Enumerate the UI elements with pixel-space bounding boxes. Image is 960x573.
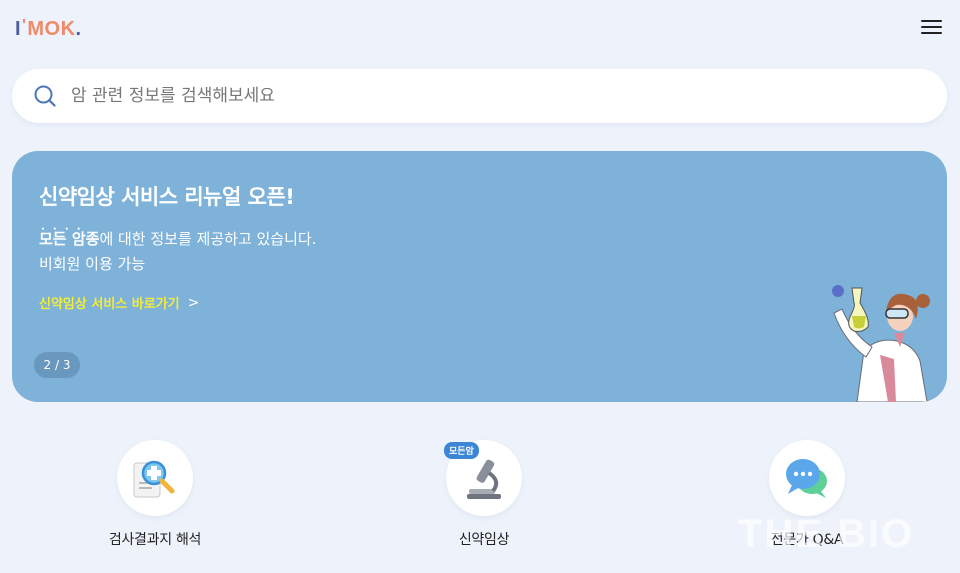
report-magnifier-icon <box>133 460 175 498</box>
microscope-icon <box>467 459 501 499</box>
banner-link[interactable]: 신약임상 서비스 바로가기 > <box>39 293 200 313</box>
shortcut-label: 신약임상 <box>458 532 510 548</box>
shortcut-new-drug-trials[interactable]: 모든암 신약임상 <box>409 440 559 549</box>
header: I ' MOK. <box>0 0 960 60</box>
banner-link-label: 신약임상 서비스 바로가기 <box>39 297 180 312</box>
banner-desc-emphasis: 모든 암종 <box>39 230 99 248</box>
search-icon <box>34 85 56 107</box>
search-input[interactable] <box>71 86 891 106</box>
watermark: THE BIO <box>738 512 915 556</box>
chat-bubbles-icon <box>786 459 827 498</box>
shortcut-report-interpretation[interactable]: 검사결과지 해석 <box>80 440 230 549</box>
shortcut-label: 검사결과지 해석 <box>108 532 202 548</box>
shortcut-badge: 모든암 <box>444 442 479 459</box>
promo-banner[interactable]: 신약임상 서비스 리뉴얼 오픈! 모든 암종에 대한 정보를 제공하고 있습니다… <box>12 151 947 402</box>
shortcut-icon-circle <box>117 440 193 516</box>
chevron-right-icon: > <box>187 294 200 311</box>
shortcut-icon-circle <box>769 440 845 516</box>
search-bar[interactable] <box>12 69 947 123</box>
scientist-illustration-icon <box>832 285 930 402</box>
banner-pager: 2 / 3 <box>34 352 80 378</box>
banner-title: 신약임상 서비스 리뉴얼 오픈! <box>39 185 295 209</box>
imok-logo[interactable]: I ' MOK. <box>15 17 82 42</box>
hamburger-menu-icon[interactable] <box>921 20 943 36</box>
banner-description: 모든 암종에 대한 정보를 제공하고 있습니다. 비회원 이용 가능 <box>39 227 316 277</box>
banner-desc-text: 에 대한 정보를 제공하고 있습니다. <box>99 230 317 248</box>
shortcut-icon-circle: 모든암 <box>444 440 522 516</box>
banner-desc-line2: 비회원 이용 가능 <box>39 255 146 273</box>
